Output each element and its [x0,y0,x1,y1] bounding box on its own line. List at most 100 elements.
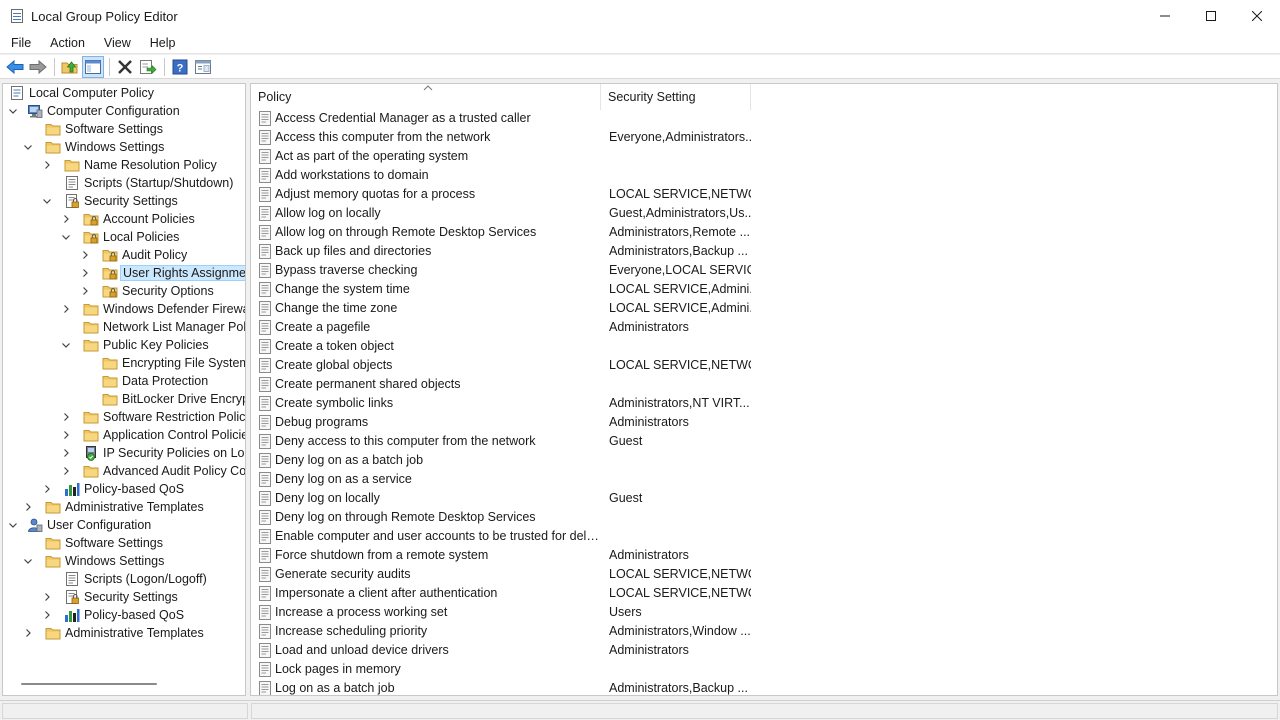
chevron-right-icon[interactable] [79,285,91,297]
tree-item-advanced-audit-policy-cor[interactable]: Advanced Audit Policy Cor [3,462,245,480]
tree-item-policy-based-qos[interactable]: Policy-based QoS [3,606,245,624]
export-list-button[interactable] [137,56,159,78]
policy-row[interactable]: Deny log on as a service [251,470,1277,489]
tree-item-security-settings[interactable]: Security Settings [3,588,245,606]
policy-row[interactable]: Allow log on locally Guest,Administrators… [251,204,1277,223]
policy-row[interactable]: Create a pagefile Administrators [251,318,1277,337]
tree-item-computer-configuration[interactable]: Computer Configuration [3,102,245,120]
tree-item-security-options[interactable]: Security Options [3,282,245,300]
policy-row[interactable]: Act as part of the operating system [251,147,1277,166]
menu-help[interactable]: Help [142,33,184,53]
chevron-down-icon[interactable] [60,231,72,243]
chevron-down-icon[interactable] [60,339,72,351]
tree-item-data-protection[interactable]: Data Protection [3,372,245,390]
policy-row[interactable]: Create global objects LOCAL SERVICE,NETWO… [251,356,1277,375]
policy-row[interactable]: Add workstations to domain [251,166,1277,185]
tree-item-audit-policy[interactable]: Audit Policy [3,246,245,264]
tree-item-administrative-templates[interactable]: Administrative Templates [3,498,245,516]
chevron-right-icon[interactable] [79,249,91,261]
chevron-right-icon[interactable] [79,267,91,279]
policy-row[interactable]: Debug programs Administrators [251,413,1277,432]
properties-button[interactable] [192,56,214,78]
show-hide-console-tree-button[interactable] [82,55,104,78]
policy-row[interactable]: Change the system time LOCAL SERVICE,Admi… [251,280,1277,299]
chevron-right-icon[interactable] [41,159,53,171]
help-button[interactable]: ? [169,56,191,78]
policy-row[interactable]: Bypass traverse checking Everyone,LOCAL S… [251,261,1277,280]
tree-item-user-rights-assignment[interactable]: User Rights Assignment [3,264,245,282]
policy-row[interactable]: Generate security audits LOCAL SERVICE,NE… [251,565,1277,584]
chevron-down-icon[interactable] [7,519,19,531]
policy-row[interactable]: Lock pages in memory [251,660,1277,679]
policy-row[interactable]: Access this computer from the network Eve… [251,128,1277,147]
chevron-down-icon[interactable] [7,105,19,117]
policy-row[interactable]: Create symbolic links Administrators,NT V… [251,394,1277,413]
tree-item-name-resolution-policy[interactable]: Name Resolution Policy [3,156,245,174]
policy-row[interactable]: Log on as a batch job Administrators,Back… [251,679,1277,695]
chevron-right-icon[interactable] [41,609,53,621]
tree-item-windows-settings[interactable]: Windows Settings [3,138,245,156]
tree-item-public-key-policies[interactable]: Public Key Policies [3,336,245,354]
chevron-right-icon[interactable] [60,465,72,477]
chevron-right-icon[interactable] [60,213,72,225]
forward-button[interactable] [27,56,49,78]
chevron-right-icon[interactable] [60,411,72,423]
minimize-button[interactable] [1142,0,1188,32]
policy-row[interactable]: Back up files and directories Administrat… [251,242,1277,261]
policy-row[interactable]: Create permanent shared objects [251,375,1277,394]
close-button[interactable] [1234,0,1280,32]
chevron-down-icon[interactable] [22,141,34,153]
tree-item-account-policies[interactable]: Account Policies [3,210,245,228]
policy-row[interactable]: Deny log on locally Guest [251,489,1277,508]
policy-row[interactable]: Deny log on as a batch job [251,451,1277,470]
chevron-right-icon[interactable] [60,303,72,315]
tree-item-user-configuration[interactable]: User Configuration [3,516,245,534]
tree-item-software-restriction-policie[interactable]: Software Restriction Policie [3,408,245,426]
menu-action[interactable]: Action [42,33,93,53]
tree-item-windows-defender-firewall[interactable]: Windows Defender Firewall [3,300,245,318]
policy-row[interactable]: Deny access to this computer from the ne… [251,432,1277,451]
policy-row[interactable]: Impersonate a client after authenticatio… [251,584,1277,603]
policy-row[interactable]: Enable computer and user accounts to be … [251,527,1277,546]
policy-row[interactable]: Access Credential Manager as a trusted c… [251,109,1277,128]
menu-view[interactable]: View [96,33,139,53]
policy-row[interactable]: Change the time zone LOCAL SERVICE,Admini… [251,299,1277,318]
chevron-right-icon[interactable] [41,483,53,495]
tree-item-local-policies[interactable]: Local Policies [3,228,245,246]
console-tree[interactable]: Local Computer Policy Computer Configurat… [2,83,246,696]
column-header-security-setting[interactable]: Security Setting [601,84,751,110]
policy-row[interactable]: Create a token object [251,337,1277,356]
chevron-right-icon[interactable] [60,429,72,441]
chevron-right-icon[interactable] [22,627,34,639]
policy-row[interactable]: Increase scheduling priority Administrato… [251,622,1277,641]
tree-item-ip-security-policies-on-loca[interactable]: IP Security Policies on Loca [3,444,245,462]
maximize-button[interactable] [1188,0,1234,32]
policy-row[interactable]: Increase a process working set Users [251,603,1277,622]
tree-item-application-control-policie[interactable]: Application Control Policie [3,426,245,444]
tree-item-administrative-templates[interactable]: Administrative Templates [3,624,245,642]
back-button[interactable] [4,56,26,78]
chevron-right-icon[interactable] [41,591,53,603]
policy-row[interactable]: Load and unload device drivers Administra… [251,641,1277,660]
tree-item-network-list-manager-polic[interactable]: Network List Manager Polic [3,318,245,336]
tree-item-security-settings[interactable]: Security Settings [3,192,245,210]
chevron-down-icon[interactable] [41,195,53,207]
tree-item-bitlocker-drive-encrypt[interactable]: BitLocker Drive Encrypt [3,390,245,408]
chevron-right-icon[interactable] [22,501,34,513]
tree-item-scripts-startup-shutdown[interactable]: Scripts (Startup/Shutdown) [3,174,245,192]
tree-item-software-settings[interactable]: Software Settings [3,120,245,138]
menu-file[interactable]: File [3,33,39,53]
up-one-level-button[interactable] [59,56,81,78]
chevron-down-icon[interactable] [22,555,34,567]
chevron-right-icon[interactable] [60,447,72,459]
tree-item-encrypting-file-system[interactable]: Encrypting File System [3,354,245,372]
tree-item-scripts-logon-logoff[interactable]: Scripts (Logon/Logoff) [3,570,245,588]
policy-row[interactable]: Allow log on through Remote Desktop Serv… [251,223,1277,242]
policy-row[interactable]: Adjust memory quotas for a process LOCAL … [251,185,1277,204]
delete-button[interactable] [114,56,136,78]
tree-item-local-computer-policy[interactable]: Local Computer Policy [3,84,245,102]
horizontal-scrollbar[interactable] [21,683,157,685]
policy-row[interactable]: Force shutdown from a remote system Admin… [251,546,1277,565]
tree-item-policy-based-qos[interactable]: Policy-based QoS [3,480,245,498]
tree-item-software-settings[interactable]: Software Settings [3,534,245,552]
